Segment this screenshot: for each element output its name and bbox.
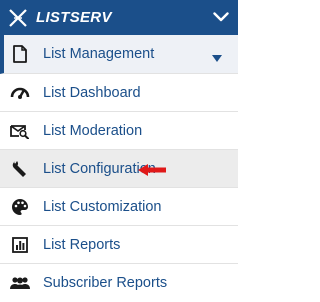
listserv-logo-icon <box>8 8 28 28</box>
moderation-search-icon <box>9 120 31 142</box>
menu-item-list-reports[interactable]: List Reports <box>0 226 238 264</box>
menu-item-list-moderation[interactable]: List Moderation <box>0 112 238 150</box>
wrench-icon <box>9 158 31 180</box>
menu-section-list-management[interactable]: List Management <box>0 35 238 74</box>
menu-header: LISTSERV <box>0 0 238 35</box>
menu-item-list-configuration[interactable]: List Configuration <box>0 150 238 188</box>
menu-item-label: List Customization <box>43 198 162 215</box>
menu-item-list-customization[interactable]: List Customization <box>0 188 238 226</box>
menu-item-list-dashboard[interactable]: List Dashboard <box>0 74 238 112</box>
menu-item-label: Subscriber Reports <box>43 275 168 291</box>
chevron-down-icon[interactable] <box>210 6 232 28</box>
gauge-icon <box>9 82 31 104</box>
menu-item-label: List Reports <box>43 236 121 253</box>
report-chart-icon <box>9 234 31 256</box>
navigation-menu: LISTSERV List Management List Dashboard … <box>0 0 238 300</box>
triangle-down-icon[interactable] <box>212 50 222 62</box>
users-icon <box>9 272 31 294</box>
red-arrow-annotation <box>138 163 168 176</box>
palette-icon <box>9 196 31 218</box>
menu-item-label: List Dashboard <box>43 84 141 101</box>
section-label: List Management <box>43 46 155 62</box>
brand-name: LISTSERV <box>36 9 112 26</box>
menu-item-label: List Moderation <box>43 122 143 139</box>
menu-item-subscriber-reports[interactable]: Subscriber Reports <box>0 264 238 302</box>
document-icon <box>9 43 31 65</box>
